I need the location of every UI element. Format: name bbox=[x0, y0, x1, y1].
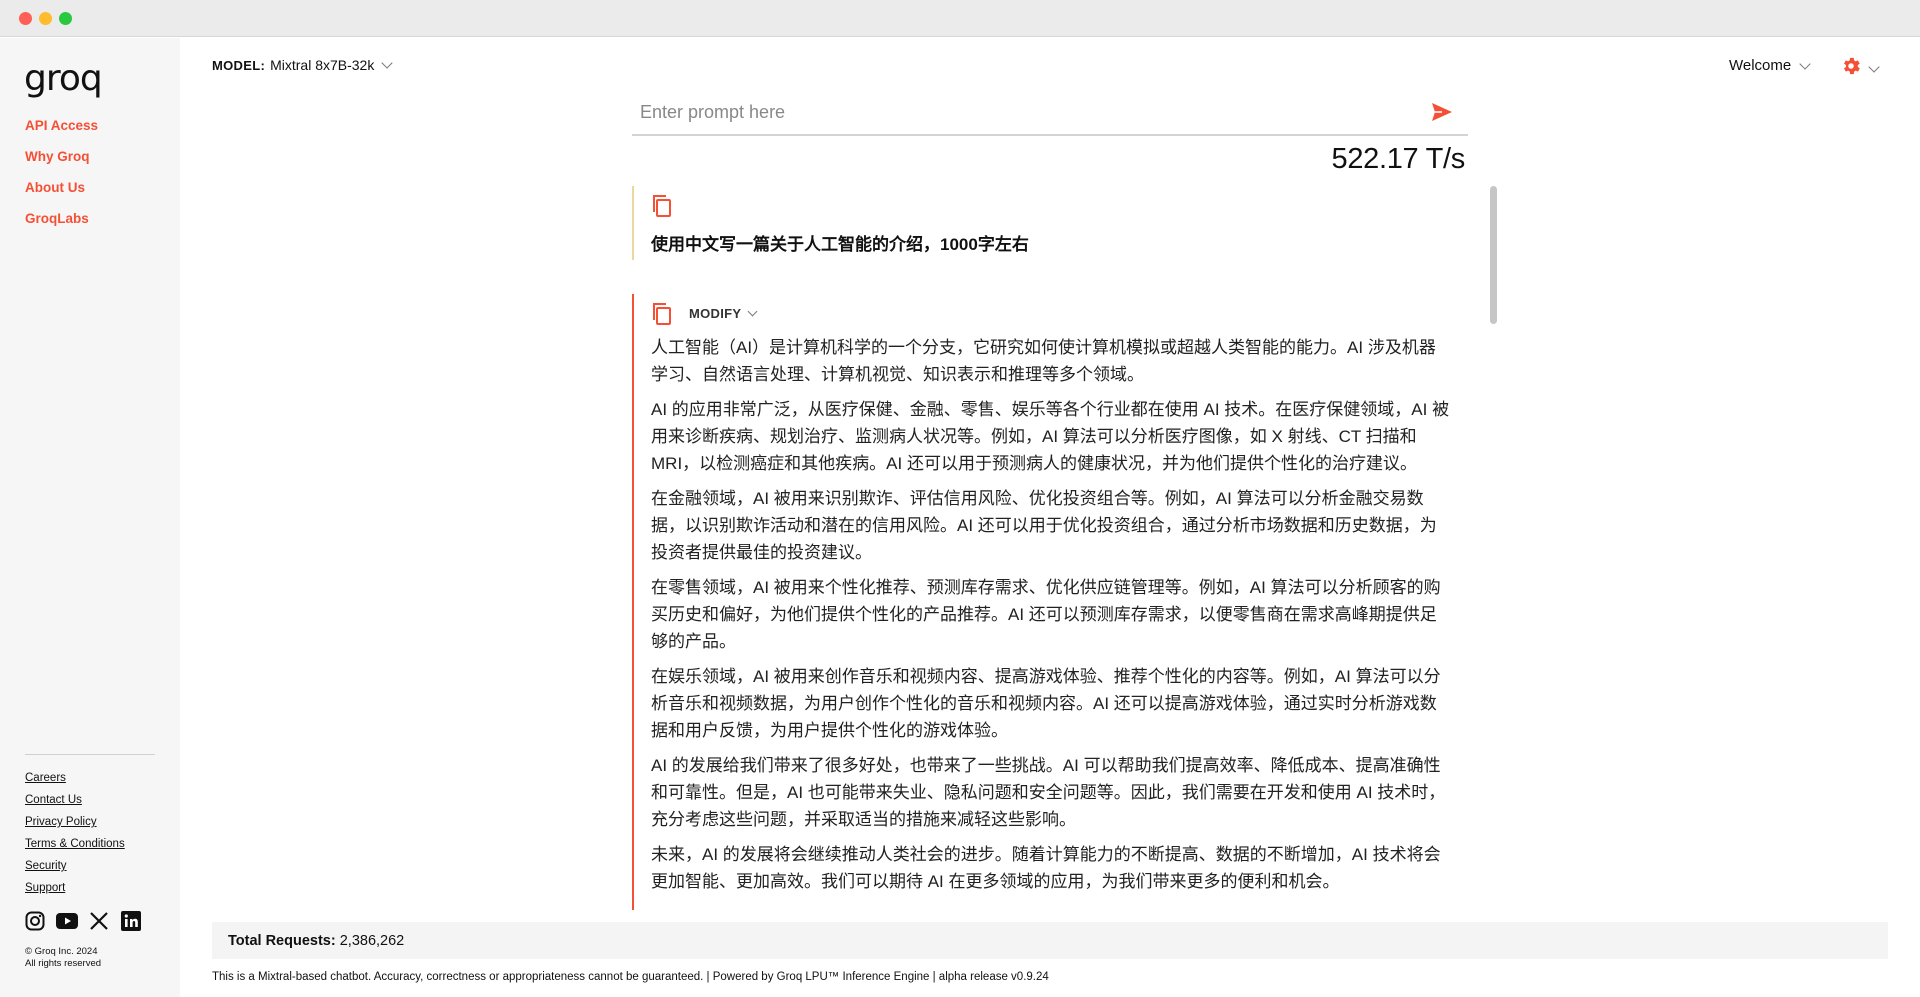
close-window-button[interactable] bbox=[19, 12, 32, 25]
paragraph: 人工智能（AI）是计算机科学的一个分支，它研究如何使计算机模拟或超越人类智能的能… bbox=[651, 338, 1436, 384]
prompt-input[interactable] bbox=[640, 96, 1400, 128]
copy-icon[interactable] bbox=[651, 194, 673, 223]
paragraph: AI 的发展给我们带来了很多好处，也带来了一些挑战。AI 可以帮助我们提高效率、… bbox=[651, 756, 1446, 829]
link-support[interactable]: Support bbox=[25, 881, 125, 903]
modify-label: MODIFY bbox=[689, 306, 742, 321]
sidebar-divider bbox=[25, 754, 155, 755]
paragraph: 在娱乐领域，AI 被用来创作音乐和视频内容、提高游戏体验、推荐个性化的内容等。例… bbox=[651, 667, 1441, 740]
footer-links: Careers Contact Us Privacy Policy Terms … bbox=[25, 771, 125, 903]
paragraph: 在金融领域，AI 被用来识别欺诈、评估信用风险、优化投资组合等。例如，AI 算法… bbox=[651, 489, 1437, 562]
paragraph: AI 的应用非常广泛，从医疗保健、金融、零售、娱乐等各个行业都在使用 AI 技术… bbox=[651, 400, 1450, 473]
chevron-down-icon bbox=[381, 57, 394, 69]
maximize-window-button[interactable] bbox=[59, 12, 72, 25]
chevron-down-icon bbox=[1799, 57, 1811, 70]
link-privacy-policy[interactable]: Privacy Policy bbox=[25, 815, 125, 837]
prompt-box bbox=[632, 92, 1468, 136]
chevron-down-icon bbox=[747, 306, 758, 317]
window-titlebar bbox=[0, 0, 1920, 37]
copyright: © Groq Inc. 2024 All rights reserved bbox=[25, 946, 102, 969]
user-message-text: 使用中文写一篇关于人工智能的介绍，1000字左右 bbox=[651, 235, 1029, 254]
linkedin-icon[interactable] bbox=[120, 910, 142, 932]
paragraph: 未来，AI 的发展将会继续推动人类社会的进步。随着计算能力的不断提高、数据的不断… bbox=[651, 845, 1441, 891]
link-careers[interactable]: Careers bbox=[25, 771, 125, 793]
total-requests-value: 2,386,262 bbox=[339, 933, 405, 949]
model-label: MODEL: bbox=[212, 57, 266, 73]
chat-scrollbar[interactable] bbox=[1490, 186, 1497, 324]
assistant-message: MODIFY 人工智能（AI）是计算机科学的一个分支，它研究如何使计算机模拟或超… bbox=[632, 294, 1458, 910]
paragraph: 在零售领域，AI 被用来个性化推荐、预测库存需求、优化供应链管理等。例如，AI … bbox=[651, 578, 1441, 651]
tokens-per-second: 522.17 T/s bbox=[1331, 143, 1465, 175]
nav-about-us[interactable]: About Us bbox=[25, 180, 98, 211]
groq-logo[interactable]: groq bbox=[24, 58, 103, 99]
send-icon bbox=[1432, 103, 1452, 121]
link-security[interactable]: Security bbox=[25, 859, 125, 881]
social-links bbox=[24, 910, 142, 932]
x-icon[interactable] bbox=[88, 910, 110, 932]
link-contact-us[interactable]: Contact Us bbox=[25, 793, 125, 815]
gear-icon bbox=[1840, 55, 1862, 82]
total-requests-bar: Total Requests: 2,386,262 bbox=[212, 922, 1888, 959]
nav-groqlabs[interactable]: GroqLabs bbox=[25, 211, 98, 242]
nav-why-groq[interactable]: Why Groq bbox=[25, 149, 98, 180]
model-selector[interactable]: MODEL: Mixtral 8x7B-32k bbox=[212, 57, 394, 73]
disclaimer: This is a Mixtral-based chatbot. Accurac… bbox=[212, 971, 1049, 983]
user-message: 使用中文写一篇关于人工智能的介绍，1000字左右 bbox=[632, 186, 1458, 260]
modify-dropdown[interactable]: MODIFY bbox=[689, 306, 758, 321]
link-terms-conditions[interactable]: Terms & Conditions bbox=[25, 837, 125, 859]
assistant-message-text: 人工智能（AI）是计算机科学的一个分支，它研究如何使计算机模拟或超越人类智能的能… bbox=[651, 334, 1451, 903]
nav-api-access[interactable]: API Access bbox=[25, 118, 98, 149]
minimize-window-button[interactable] bbox=[39, 12, 52, 25]
sidebar-nav: API Access Why Groq About Us GroqLabs bbox=[25, 118, 98, 242]
chevron-down-icon bbox=[1868, 60, 1880, 73]
user-menu[interactable]: Welcome bbox=[1729, 57, 1811, 74]
sidebar: groq API Access Why Groq About Us GroqLa… bbox=[0, 38, 180, 997]
settings-menu[interactable] bbox=[1840, 55, 1880, 82]
total-requests-label: Total Requests: bbox=[228, 933, 336, 949]
chat-messages[interactable]: 使用中文写一篇关于人工智能的介绍，1000字左右 MODIFY 人工智能（AI）… bbox=[632, 186, 1458, 910]
welcome-label: Welcome bbox=[1729, 57, 1792, 74]
instagram-icon[interactable] bbox=[24, 910, 46, 932]
youtube-icon[interactable] bbox=[56, 910, 78, 932]
send-button[interactable] bbox=[1428, 98, 1456, 126]
model-value: Mixtral 8x7B-32k bbox=[270, 57, 375, 73]
copy-icon[interactable] bbox=[651, 302, 673, 331]
